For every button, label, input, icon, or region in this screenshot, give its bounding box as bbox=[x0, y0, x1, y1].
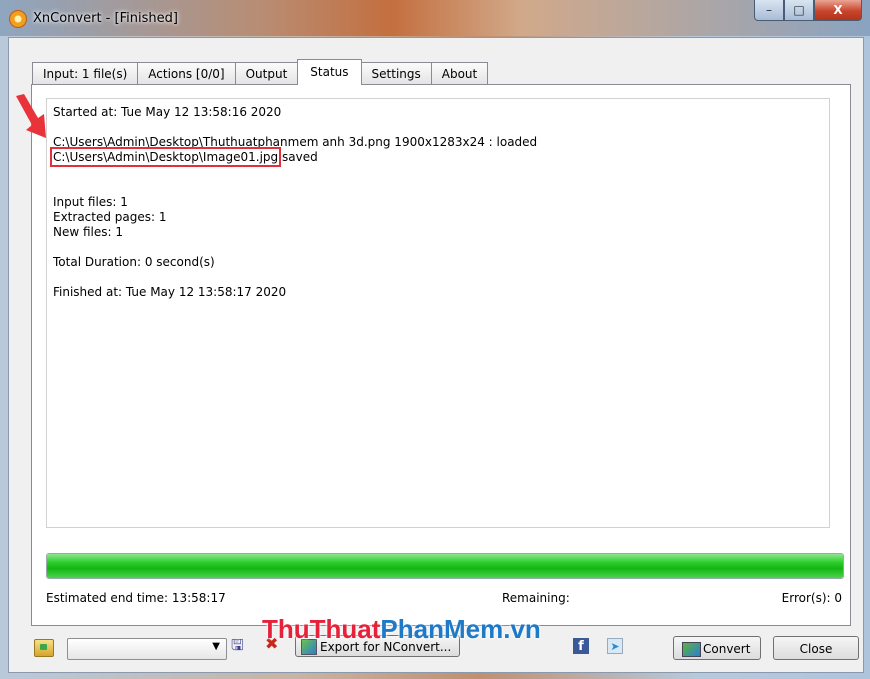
maximize-button[interactable]: □ bbox=[784, 0, 814, 21]
status-log[interactable]: Started at: Tue May 12 13:58:16 2020 C:\… bbox=[46, 98, 830, 528]
main-client-area: Input: 1 file(s) Actions [0/0] Output St… bbox=[8, 37, 864, 673]
app-window: XnConvert - [Finished] – □ X Input: 1 fi… bbox=[0, 0, 870, 679]
estimated-end-time: Estimated end time: 13:58:17 bbox=[46, 591, 226, 605]
tab-actions[interactable]: Actions [0/0] bbox=[137, 62, 236, 85]
window-title: XnConvert - [Finished] bbox=[33, 11, 178, 26]
tab-bar: Input: 1 file(s) Actions [0/0] Output St… bbox=[32, 59, 489, 85]
xnconvert-app-icon[interactable] bbox=[9, 10, 27, 28]
tab-about[interactable]: About bbox=[430, 62, 489, 85]
arrow-shape bbox=[16, 94, 46, 138]
log-loaded-line: C:\Users\Admin\Desktop\Thuthuatphanmem a… bbox=[53, 135, 538, 149]
log-finished: Finished at: Tue May 12 13:58:17 2020 bbox=[53, 285, 287, 299]
log-new-files: New files: 1 bbox=[53, 225, 124, 239]
watermark-part1: ThuThuat bbox=[262, 614, 381, 644]
watermark-part2: PhanMem.vn bbox=[380, 614, 541, 644]
save-preset-icon[interactable]: 🖫 bbox=[231, 637, 247, 653]
close-window-button[interactable]: X bbox=[814, 0, 862, 21]
log-total-duration: Total Duration: 0 second(s) bbox=[53, 255, 215, 269]
title-bar: XnConvert - [Finished] – □ X bbox=[0, 0, 870, 36]
saved-suffix: saved bbox=[278, 150, 318, 164]
status-panel: Started at: Tue May 12 13:58:16 2020 C:\… bbox=[31, 84, 851, 626]
chevron-down-icon: ▼ bbox=[212, 641, 220, 652]
progress-fill bbox=[47, 554, 843, 578]
watermark: ThuThuatPhanMem.vn bbox=[262, 614, 541, 645]
close-button[interactable]: Close bbox=[773, 636, 859, 660]
log-saved-line: C:\Users\Admin\Desktop\Image01.jpg saved bbox=[49, 147, 823, 167]
tab-output[interactable]: Output bbox=[234, 62, 299, 85]
minimize-button[interactable]: – bbox=[754, 0, 784, 21]
twitter-icon[interactable]: ➤ bbox=[607, 638, 623, 654]
open-folder-icon[interactable] bbox=[34, 639, 54, 657]
log-input-files: Input files: 1 bbox=[53, 195, 128, 209]
saved-path-highlight: C:\Users\Admin\Desktop\Image01.jpg bbox=[49, 147, 282, 167]
tab-input[interactable]: Input: 1 file(s) bbox=[32, 62, 139, 85]
preset-select[interactable]: ▼ bbox=[67, 638, 227, 660]
facebook-icon[interactable]: f bbox=[573, 638, 589, 654]
convert-icon bbox=[682, 642, 701, 657]
red-arrow-annotation bbox=[16, 94, 46, 138]
tab-settings[interactable]: Settings bbox=[360, 62, 432, 85]
log-started: Started at: Tue May 12 13:58:16 2020 bbox=[53, 105, 282, 119]
log-extracted-pages: Extracted pages: 1 bbox=[53, 210, 167, 224]
convert-label: Convert bbox=[703, 642, 751, 656]
progress-bar bbox=[46, 553, 844, 579]
window-controls: – □ X bbox=[754, 0, 862, 22]
errors-count: Error(s): 0 bbox=[781, 591, 842, 605]
status-row: Estimated end time: 13:58:17 Remaining: … bbox=[46, 591, 842, 607]
tab-status[interactable]: Status bbox=[297, 59, 362, 85]
remaining-label: Remaining: bbox=[502, 591, 570, 605]
convert-button[interactable]: Convert bbox=[673, 636, 761, 660]
